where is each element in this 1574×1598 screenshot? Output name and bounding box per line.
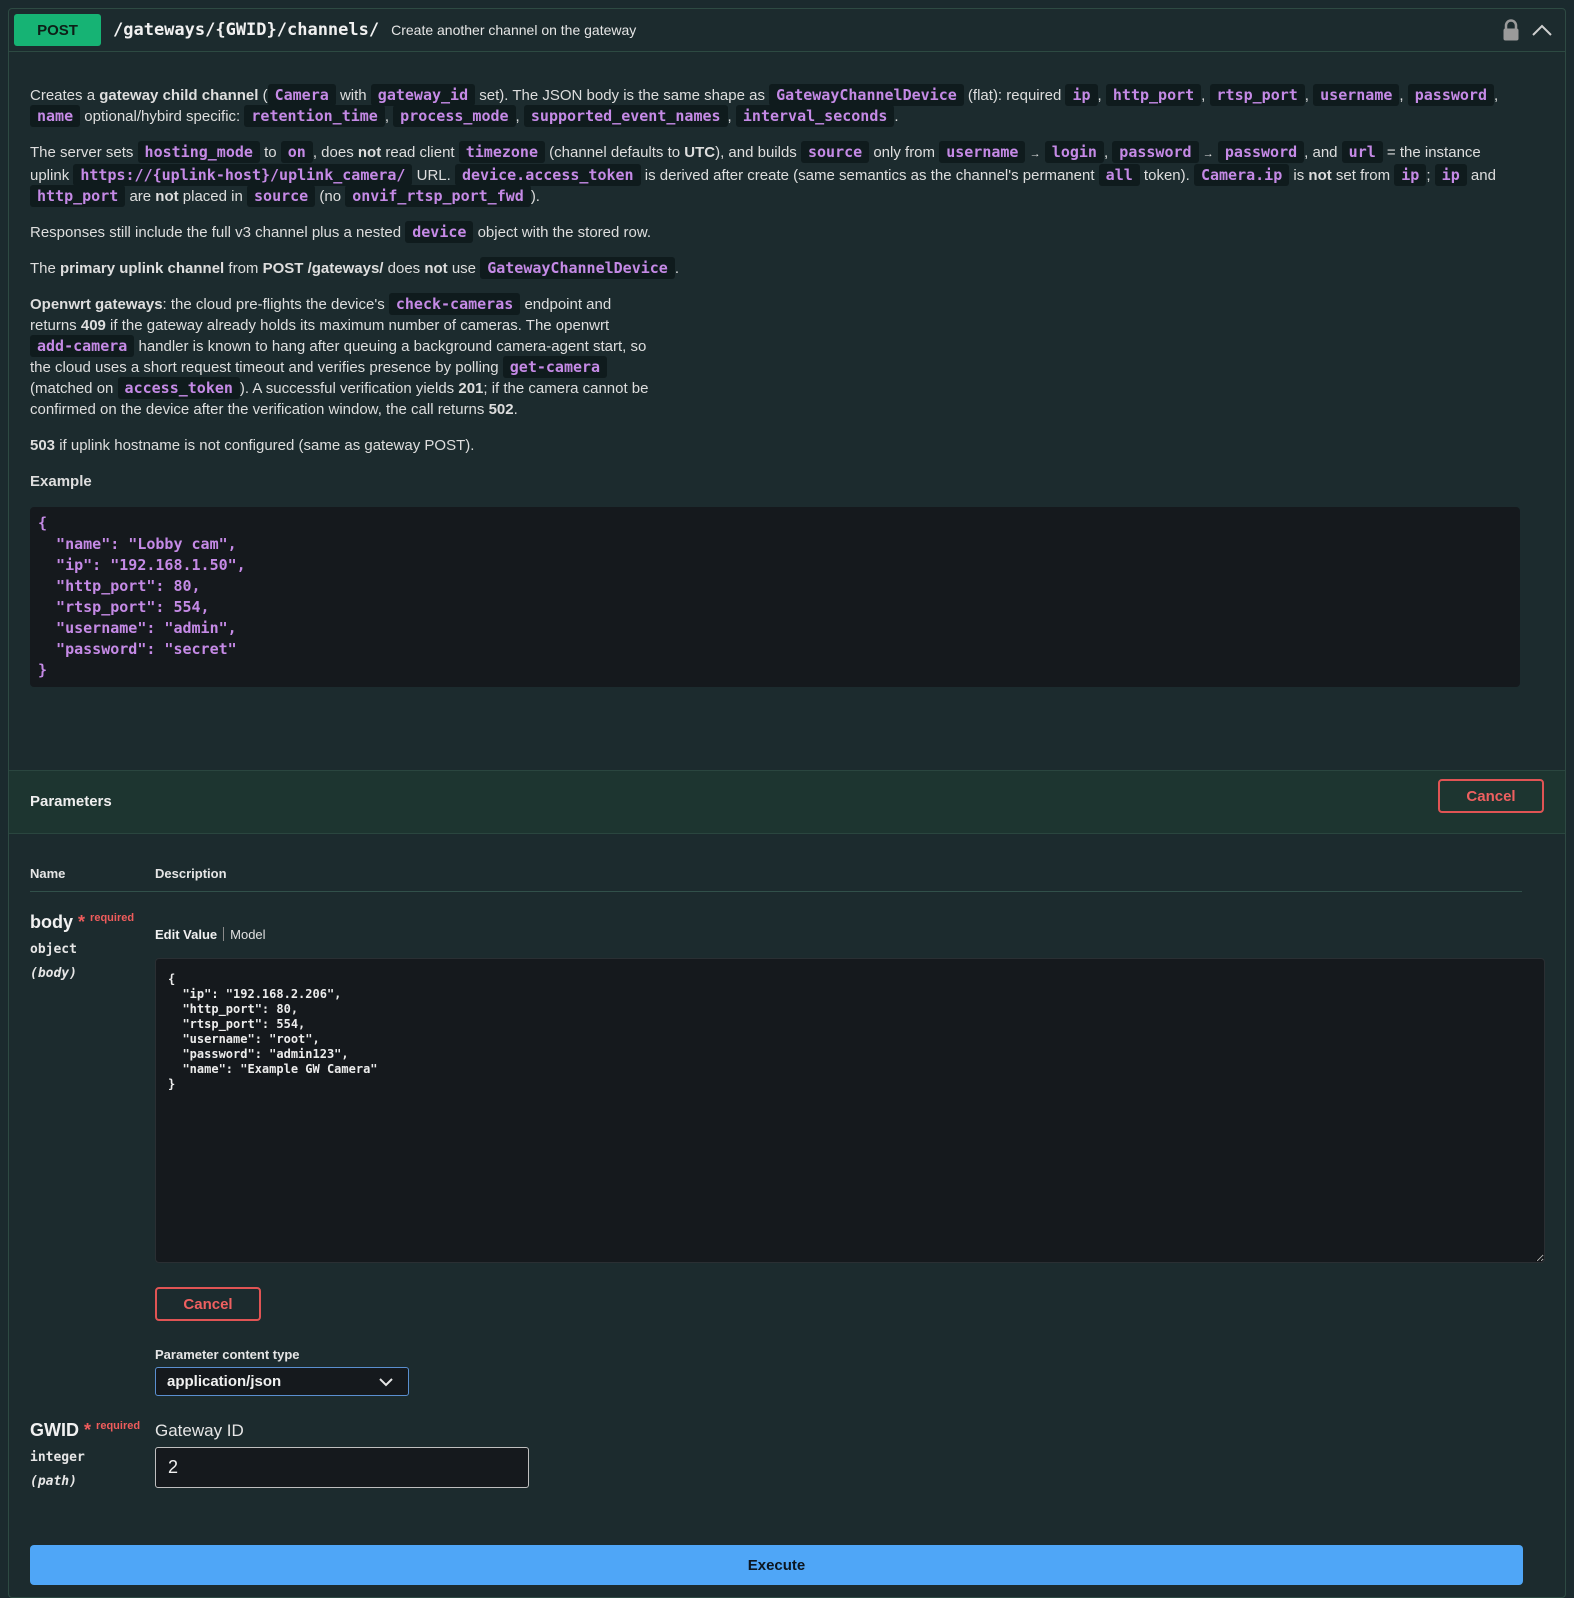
cancel-try-button[interactable]: Cancel	[1438, 779, 1544, 813]
chevron-down-icon	[379, 1378, 393, 1387]
param-body-type: object	[30, 942, 77, 957]
table-divider	[30, 891, 1522, 892]
param-gwid-type: integer	[30, 1450, 85, 1465]
description-paragraph-4: The primary uplink channel from POST /ga…	[30, 257, 679, 279]
operation-block: POST /gateways/{GWID}/channels/ Create a…	[8, 8, 1566, 1598]
param-gwid-description: Gateway ID	[155, 1421, 244, 1440]
example-code-block: { "name": "Lobby cam", "ip": "192.168.1.…	[30, 507, 1520, 687]
description-paragraph-1: Creates a gateway child channel (Camera …	[30, 84, 1499, 127]
parameters-title: Parameters	[30, 793, 112, 810]
content-type-label: Parameter content type	[155, 1347, 300, 1362]
tab-edit-value[interactable]: Edit Value	[155, 927, 217, 942]
required-badge: required	[90, 912, 135, 924]
description-paragraph-6: 503 if uplink hostname is not configured…	[30, 437, 475, 454]
column-header-description: Description	[155, 866, 227, 881]
content-type-select[interactable]: application/json	[155, 1367, 409, 1396]
description-paragraph-3: Responses still include the full v3 chan…	[30, 221, 652, 243]
column-header-name: Name	[30, 866, 66, 881]
required-badge: required	[96, 1420, 141, 1432]
operation-summary-text: Create another channel on the gateway	[391, 22, 637, 38]
description-paragraph-5: Openwrt gateways: the cloud pre-flights …	[30, 293, 649, 418]
lock-icon[interactable]	[1501, 19, 1521, 41]
gwid-input[interactable]	[155, 1447, 529, 1488]
chevron-up-icon[interactable]	[1531, 21, 1553, 39]
operation-summary[interactable]: POST /gateways/{GWID}/channels/ Create a…	[9, 9, 1565, 52]
parameters-header: Parameters Cancel	[9, 770, 1565, 834]
operation-path: /gateways/{GWID}/channels/	[113, 20, 380, 40]
param-body-location: (body)	[30, 966, 77, 981]
description-paragraph-2: The server sets hosting_mode to on, does…	[30, 141, 1496, 207]
operation-description: Creates a gateway child channel (Camera …	[30, 84, 1520, 687]
param-body-name: body * required	[30, 912, 135, 932]
content-type-value: application/json	[167, 1373, 282, 1390]
param-gwid-location: (path)	[30, 1474, 77, 1489]
tab-separator	[223, 927, 225, 941]
tab-model[interactable]: Model	[230, 927, 265, 942]
body-json-editor[interactable]: { "ip": "192.168.2.206", "http_port": 80…	[155, 958, 1545, 1263]
body-tabs: Edit Value Model	[155, 927, 266, 942]
cancel-edit-button[interactable]: Cancel	[155, 1287, 261, 1321]
execute-button[interactable]: Execute	[30, 1545, 1523, 1585]
example-label: Example	[30, 473, 92, 490]
method-badge: POST	[14, 14, 101, 46]
param-gwid-name: GWID * required	[30, 1420, 141, 1440]
